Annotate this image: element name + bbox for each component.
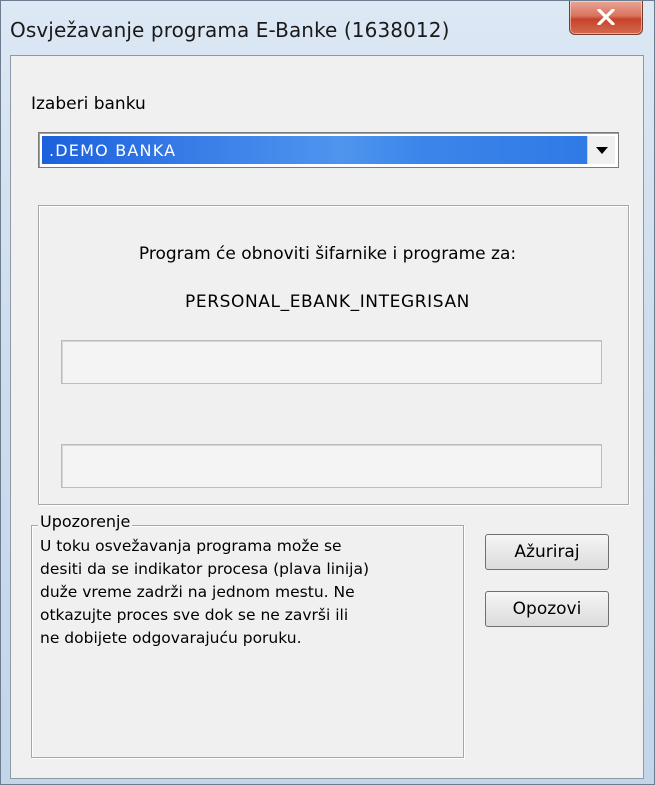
- progress-bar-secondary: [61, 444, 602, 488]
- bank-select-label: Izaberi banku: [31, 94, 146, 114]
- close-button[interactable]: [569, 1, 643, 35]
- triangle-down-icon: [596, 147, 608, 154]
- update-button[interactable]: Ažuriraj: [485, 534, 609, 570]
- warning-line: duže vreme zadrži na jednom mestu. Ne: [40, 583, 355, 601]
- progress-bar-primary: [61, 340, 602, 384]
- warning-line: desiti da se indikator procesa (plava li…: [40, 560, 370, 578]
- close-icon: [597, 9, 615, 25]
- warning-text: U toku osvežavanja programa može se desi…: [40, 535, 452, 650]
- warning-line: otkazujte proces sve dok se ne završi il…: [40, 606, 349, 624]
- program-name: PERSONAL_EBANK_INTEGRISAN: [185, 292, 470, 312]
- warning-legend: Upozorenje: [38, 512, 133, 531]
- title-bar[interactable]: Osvježavanje programa E-Banke (1638012): [1, 1, 654, 55]
- bank-select-dropdown[interactable]: .DEMO BANKA: [38, 132, 619, 168]
- warning-line: U toku osvežavanja programa može se: [40, 537, 342, 555]
- warning-line: ne dobijete odgovarajuću poruku.: [40, 629, 302, 647]
- dropdown-arrow-button[interactable]: [587, 136, 615, 164]
- update-info-text: Program će obnoviti šifarnike i programe…: [138, 244, 517, 264]
- cancel-button[interactable]: Opozovi: [485, 591, 609, 627]
- bank-select-value: .DEMO BANKA: [49, 141, 177, 160]
- bank-select-highlight: .DEMO BANKA: [42, 136, 587, 164]
- window-title: Osvježavanje programa E-Banke (1638012): [10, 18, 450, 42]
